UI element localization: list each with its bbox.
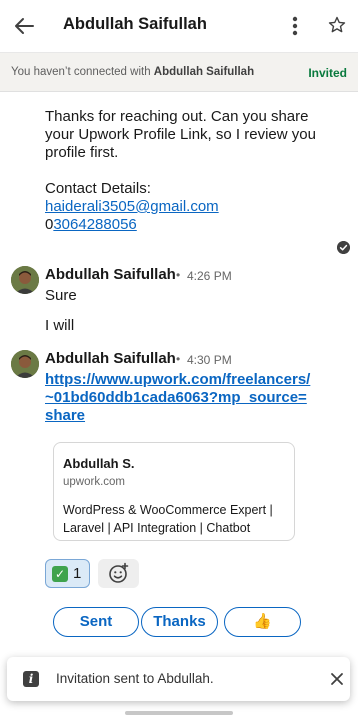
avatar[interactable]: [11, 266, 39, 294]
sender-name[interactable]: Abdullah Saifullah: [45, 266, 176, 283]
separator-dot: •: [176, 352, 181, 366]
reaction-pill[interactable]: ✓ 1: [45, 559, 90, 588]
avatar-photo: [11, 266, 39, 294]
sender-name[interactable]: Abdullah Saifullah: [45, 350, 176, 367]
message-line: your Upwork Profile Link, so I review yo…: [45, 126, 316, 143]
banner-prefix: You haven’t connected with: [11, 66, 154, 78]
link-preview-desc-line: Laravel | API Integration | Chatbot: [63, 521, 251, 535]
connection-banner: You haven’t connected with Abdullah Saif…: [0, 52, 358, 92]
invited-status: Invited: [308, 66, 347, 80]
more-vertical-icon[interactable]: [287, 14, 303, 38]
separator-dot: •: [176, 268, 181, 282]
profile-link[interactable]: ~01bd60ddb1cada6063?mp_source=: [45, 389, 307, 407]
avatar-photo: [11, 350, 39, 378]
conversation-header: Abdullah Saifullah: [0, 0, 358, 52]
quick-reply-sent[interactable]: Sent: [53, 607, 139, 637]
home-indicator[interactable]: [125, 711, 233, 715]
message-line: Sure: [45, 287, 77, 304]
banner-name: Abdullah Saifullah: [153, 66, 255, 78]
link-preview-card[interactable]: Abdullah S. upwork.com WordPress & WooCo…: [53, 442, 295, 541]
add-reaction-icon: [109, 562, 129, 583]
phone-line: 03064288056: [45, 216, 137, 234]
profile-link[interactable]: https://www.upwork.com/freelancers/: [45, 371, 310, 389]
quick-reply-thanks[interactable]: Thanks: [141, 607, 218, 637]
add-reaction-button[interactable]: [98, 559, 139, 588]
message-time: 4:26 PM: [187, 269, 232, 283]
link-preview-description: WordPress & WooCommerce Expert | Laravel…: [63, 501, 273, 537]
link-preview-title: Abdullah S.: [63, 456, 135, 471]
message-line: I will: [45, 317, 75, 334]
conversation-title[interactable]: Abdullah Saifullah: [63, 15, 207, 34]
toast-message: Invitation sent to Abdullah.: [56, 671, 214, 686]
message-time: 4:30 PM: [187, 353, 232, 367]
quick-reply-thumbs-up[interactable]: 👍: [224, 607, 301, 637]
star-outline-icon[interactable]: [327, 15, 347, 35]
email-link[interactable]: haiderali3505@gmail.com: [45, 198, 219, 216]
avatar[interactable]: [11, 350, 39, 378]
info-icon: i: [23, 671, 39, 687]
read-receipt-icon: [337, 241, 350, 254]
reaction-count: 1: [73, 565, 82, 582]
link-preview-domain: upwork.com: [63, 476, 125, 488]
contact-label: Contact Details:: [45, 180, 151, 197]
message-line: profile first.: [45, 144, 119, 161]
phone-link[interactable]: 3064288056: [53, 216, 136, 233]
arrow-left-icon[interactable]: [12, 14, 36, 38]
link-preview-desc-line: WordPress & WooCommerce Expert |: [63, 503, 273, 517]
connection-status-text: You haven’t connected with Abdullah Saif…: [11, 66, 254, 78]
toast-notification: i Invitation sent to Abdullah.: [7, 657, 350, 701]
message-line: Thanks for reaching out. Can you share: [45, 108, 309, 125]
check-mark-button-icon: ✓: [52, 566, 68, 582]
close-icon[interactable]: [329, 671, 345, 687]
profile-link[interactable]: share: [45, 407, 85, 425]
